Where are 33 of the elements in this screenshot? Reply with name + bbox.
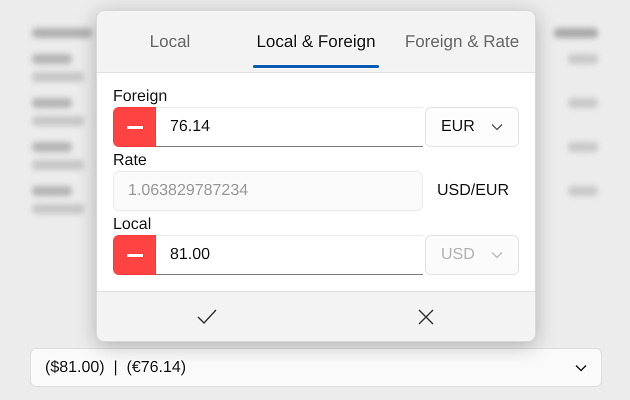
minus-icon xyxy=(126,254,142,256)
blurred-text xyxy=(554,28,598,38)
blurred-text xyxy=(568,98,598,108)
amount-dropdown[interactable]: ($81.00) | (€76.14) xyxy=(30,348,602,387)
blurred-text xyxy=(32,72,84,82)
field-label: Foreign xyxy=(113,87,168,107)
field-label: Rate xyxy=(113,151,148,171)
blurred-text xyxy=(32,116,84,126)
blurred-text xyxy=(32,54,72,64)
blurred-text xyxy=(568,186,598,196)
check-icon xyxy=(196,309,216,324)
amount-value: ($81.00) | (€76.14) xyxy=(45,358,186,378)
close-icon xyxy=(418,308,434,324)
tab[interactable]: Foreign & Rate xyxy=(389,11,535,72)
blurred-text xyxy=(32,186,72,196)
blurred-text xyxy=(32,204,84,214)
currency-dropdown[interactable]: EUR xyxy=(425,107,519,147)
blurred-text xyxy=(32,160,84,170)
chevron-down-icon xyxy=(491,251,503,259)
sign-toggle-button[interactable] xyxy=(113,107,156,147)
rate-unit: USD/EUR xyxy=(437,181,510,201)
minus-icon xyxy=(126,126,142,128)
blurred-text xyxy=(32,28,92,38)
chevron-down-icon xyxy=(491,123,503,131)
chevron-down-icon xyxy=(575,364,587,372)
tab[interactable]: Local xyxy=(97,11,243,72)
field-label: Local xyxy=(113,215,152,235)
tab[interactable]: Local & Foreign xyxy=(243,11,389,72)
blurred-text xyxy=(568,54,598,64)
amount-input[interactable]: 76.14 xyxy=(156,107,423,147)
blurred-text xyxy=(32,98,72,108)
blurred-text xyxy=(568,142,598,152)
blurred-text xyxy=(32,142,72,152)
